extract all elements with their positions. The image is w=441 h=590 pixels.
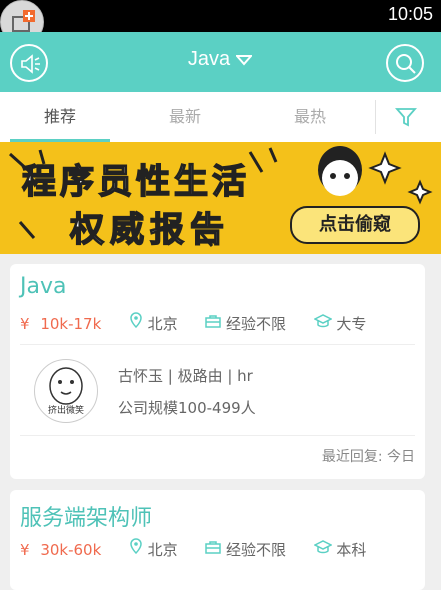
job-title: Java [20,274,67,299]
status-time: 10:05 [387,4,433,24]
currency-symbol: ¥ [20,314,30,333]
job-city: 北京 [147,315,178,333]
briefcase-icon [205,541,221,554]
banner-headline-2: 权威报告 [69,209,230,251]
avatar: 挤出微笑 [34,359,98,423]
job-education: 本科 [336,541,367,559]
job-experience: 经验不限 [226,315,287,333]
language-selector[interactable]: Java [160,48,280,71]
speaker-icon [21,54,40,74]
speaker-button[interactable] [10,44,48,82]
tab-latest[interactable]: 最新 [135,92,235,142]
divider [375,100,376,134]
graduation-cap-icon [312,314,333,328]
promo-banner[interactable]: 程序员性生活 权威报告 点击偷窥 [0,142,441,254]
hr-contact[interactable]: 挤出微笑 古怀玉 | 极路由 | hr 公司规模100-499人 [20,344,415,436]
salary-range: 30k-60k [40,540,102,559]
location-pin-icon [130,538,142,555]
search-icon [396,54,416,74]
briefcase-icon [205,315,221,328]
app-header: Java [0,32,441,92]
chevron-down-icon [234,54,254,66]
job-meta: ¥ 30k-60k 北京 经验不限 本科 [20,538,366,560]
tab-bar: 推荐 最新 最热 [0,92,441,143]
job-city: 北京 [147,541,178,559]
currency-symbol: ¥ [20,540,30,559]
job-experience: 经验不限 [226,541,287,559]
job-title: 服务端架构师 [20,506,153,531]
banner-headline-1: 程序员性生活 [21,161,250,203]
job-meta: ¥ 10k-17k 北京 经验不限 大专 [20,312,366,334]
location-pin-icon [130,312,142,329]
salary-range: 10k-17k [40,314,102,333]
last-reply: 最近回复: 今日 [321,449,415,465]
banner-button[interactable]: 点击偷窥 [290,206,420,244]
hr-name: 古怀玉 | 极路由 | hr [118,367,253,385]
company-size: 公司规模100-499人 [118,399,256,417]
tab-hottest[interactable]: 最热 [260,92,360,142]
search-button[interactable] [386,44,424,82]
job-card[interactable]: 服务端架构师 ¥ 30k-60k 北京 经验不限 本科 [10,490,425,590]
job-card[interactable]: Java ¥ 10k-17k 北京 经验不限 大专 挤出微笑 古怀玉 | 极路由… [10,264,425,479]
job-education: 大专 [336,315,367,333]
filter-icon[interactable] [395,106,417,128]
page-title: Java [187,48,231,70]
avatar-caption: 挤出微笑 [47,406,84,416]
graduation-cap-icon [312,540,333,554]
tab-recommend[interactable]: 推荐 [10,92,110,142]
status-bar: 10:05 [0,0,441,32]
